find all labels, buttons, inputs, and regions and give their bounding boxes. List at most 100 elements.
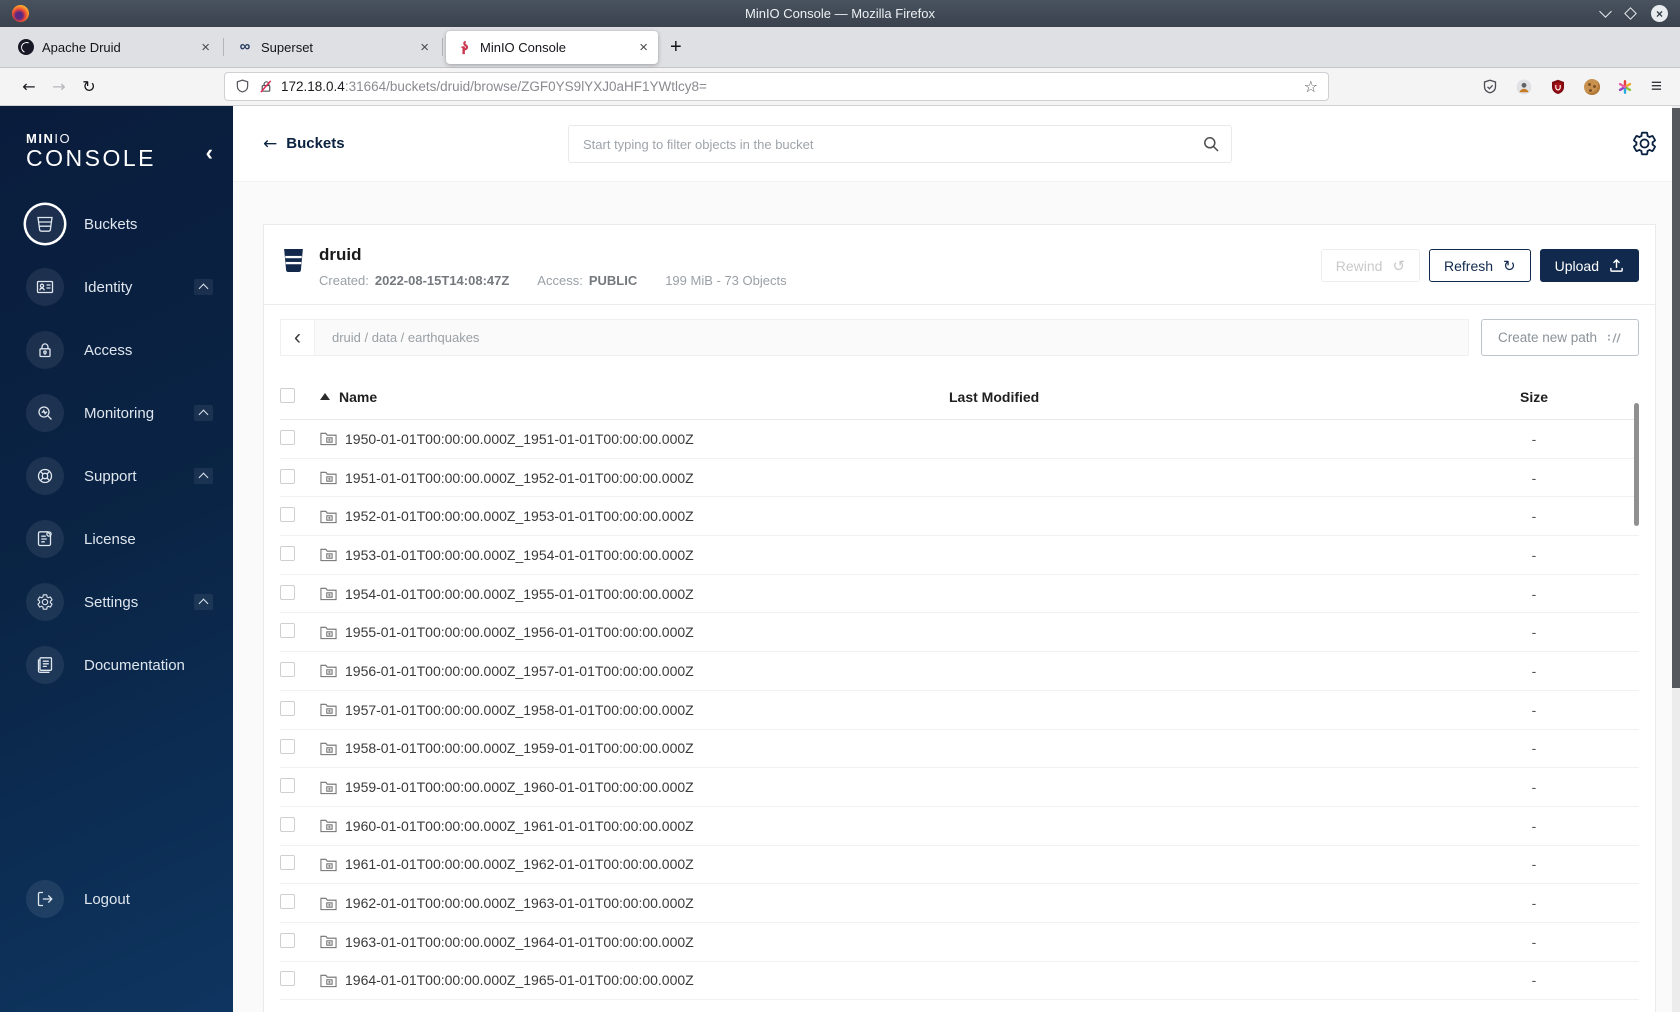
settings-gear-icon[interactable] xyxy=(1631,130,1658,157)
reload-button[interactable]: ↻ xyxy=(74,73,104,101)
row-checkbox[interactable] xyxy=(280,545,295,561)
row-checkbox[interactable] xyxy=(280,507,295,523)
table-row[interactable]: 1953-01-01T00:00:00.000Z_1954-01-01T00:0… xyxy=(280,536,1639,575)
row-checkbox[interactable] xyxy=(280,778,295,794)
row-checkbox[interactable] xyxy=(280,700,295,716)
tab-label: MinIO Console xyxy=(480,39,566,55)
tab-close-icon[interactable]: × xyxy=(201,40,210,55)
row-checkbox[interactable] xyxy=(280,623,295,639)
new-tab-button[interactable]: + xyxy=(670,36,682,59)
sidebar-collapse-icon[interactable]: ‹ xyxy=(206,142,213,164)
ublock-extension-icon[interactable] xyxy=(1550,78,1567,95)
sidebar-item-logout[interactable]: Logout xyxy=(0,876,233,922)
menu-icon[interactable]: ≡ xyxy=(1651,76,1662,98)
page-scrollbar-thumb[interactable] xyxy=(1672,108,1680,688)
sidebar-item-support[interactable]: Support xyxy=(0,453,233,499)
column-size[interactable]: Size xyxy=(1449,389,1619,405)
back-to-buckets-link[interactable]: ← Buckets xyxy=(263,134,345,154)
table-row[interactable]: 1950-01-01T00:00:00.000Z_1951-01-01T00:0… xyxy=(280,420,1639,459)
table-row[interactable]: 1952-01-01T00:00:00.000Z_1953-01-01T00:0… xyxy=(280,497,1639,537)
cookie-extension-icon[interactable] xyxy=(1583,78,1600,95)
bucket-access: Access: PUBLIC xyxy=(537,273,638,288)
column-name[interactable]: Name xyxy=(339,389,377,405)
select-all-checkbox[interactable] xyxy=(280,387,295,403)
chevron-up-icon[interactable] xyxy=(194,405,213,421)
sort-ascending-icon[interactable] xyxy=(320,393,330,400)
chevron-up-icon[interactable] xyxy=(194,279,213,295)
chevron-up-icon[interactable] xyxy=(194,594,213,610)
forward-button[interactable]: → xyxy=(44,73,74,101)
insecure-lock-icon[interactable] xyxy=(258,79,273,94)
search-input[interactable] xyxy=(568,125,1232,163)
breadcrumb[interactable]: druid / data / earthquakes xyxy=(315,330,479,345)
table-row[interactable]: 1955-01-01T00:00:00.000Z_1956-01-01T00:0… xyxy=(280,613,1639,653)
chevron-up-icon[interactable] xyxy=(194,468,213,484)
rewind-button[interactable]: Rewind ↺ xyxy=(1320,249,1421,282)
account-extension-icon[interactable] xyxy=(1516,78,1533,95)
minio-favicon-icon xyxy=(456,39,472,55)
sidebar-item-monitoring[interactable]: Monitoring xyxy=(0,390,233,436)
url-text: 172.18.0.4:31664/buckets/druid/browse/ZG… xyxy=(281,79,707,94)
folder-icon xyxy=(320,741,337,756)
table-row[interactable]: 1960-01-01T00:00:00.000Z_1961-01-01T00:0… xyxy=(280,807,1639,846)
table-scrollbar-thumb[interactable] xyxy=(1634,403,1639,526)
tab-apache-druid[interactable]: Apache Druid × xyxy=(8,31,220,64)
table-row[interactable]: 1963-01-01T00:00:00.000Z_1964-01-01T00:0… xyxy=(280,923,1639,962)
page-scrollbar[interactable] xyxy=(1672,106,1680,1012)
table-row[interactable]: 1961-01-01T00:00:00.000Z_1962-01-01T00:0… xyxy=(280,846,1639,885)
breadcrumb-back-icon[interactable]: ‹ xyxy=(281,320,315,355)
row-checkbox[interactable] xyxy=(280,855,295,871)
tab-superset[interactable]: ∞ Superset × xyxy=(227,31,439,64)
row-checkbox[interactable] xyxy=(280,816,295,832)
sidebar-item-label: Logout xyxy=(84,890,130,908)
row-checkbox[interactable] xyxy=(280,932,295,948)
table-row[interactable]: 1957-01-01T00:00:00.000Z_1958-01-01T00:0… xyxy=(280,691,1639,730)
sidebar-item-identity[interactable]: Identity xyxy=(0,264,233,310)
back-button[interactable]: ← xyxy=(14,73,44,101)
tab-close-icon[interactable]: × xyxy=(639,40,648,55)
table-row[interactable]: 1964-01-01T00:00:00.000Z_1965-01-01T00:0… xyxy=(280,962,1639,1001)
column-last-modified[interactable]: Last Modified xyxy=(949,389,1449,405)
object-size: - xyxy=(1531,895,1537,912)
pinwheel-extension-icon[interactable] xyxy=(1617,78,1634,95)
object-size: - xyxy=(1531,508,1537,525)
row-checkbox[interactable] xyxy=(280,429,295,445)
row-checkbox[interactable] xyxy=(280,661,295,677)
sidebar-item-access[interactable]: Access xyxy=(0,327,233,373)
row-checkbox[interactable] xyxy=(280,739,295,755)
row-checkbox[interactable] xyxy=(280,971,295,987)
row-checkbox[interactable] xyxy=(280,584,295,600)
table-header: Name Last Modified Size xyxy=(280,374,1639,420)
table-row[interactable]: 1958-01-01T00:00:00.000Z_1959-01-01T00:0… xyxy=(280,730,1639,769)
shield-icon[interactable] xyxy=(235,79,250,94)
folder-icon xyxy=(320,702,337,717)
bucket-header: druid Created: 2022-08-15T14:08:47Z Acces… xyxy=(280,225,1639,304)
table-row[interactable]: 1959-01-01T00:00:00.000Z_1960-01-01T00:0… xyxy=(280,768,1639,807)
window-maximize-icon[interactable] xyxy=(1624,7,1637,20)
bookmark-star-icon[interactable]: ☆ xyxy=(1304,77,1318,96)
object-size: - xyxy=(1531,856,1537,873)
window-minimize-icon[interactable] xyxy=(1599,5,1612,18)
sidebar-item-documentation[interactable]: Documentation xyxy=(0,642,233,688)
sidebar-item-license[interactable]: License xyxy=(0,516,233,562)
window-close-icon[interactable]: × xyxy=(1651,5,1668,22)
url-bar[interactable]: 172.18.0.4:31664/buckets/druid/browse/ZG… xyxy=(224,72,1329,101)
upload-button[interactable]: Upload xyxy=(1539,249,1639,282)
table-row[interactable]: 1954-01-01T00:00:00.000Z_1955-01-01T00:0… xyxy=(280,575,1639,614)
refresh-button[interactable]: Refresh ↻ xyxy=(1429,249,1531,282)
back-arrow-icon: ← xyxy=(263,133,278,154)
tab-close-icon[interactable]: × xyxy=(420,40,429,55)
table-row[interactable]: 1951-01-01T00:00:00.000Z_1952-01-01T00:0… xyxy=(280,459,1639,498)
create-new-path-button[interactable]: Create new path xyxy=(1481,319,1639,356)
sidebar-item-buckets[interactable]: Buckets xyxy=(0,201,233,247)
table-row[interactable]: 1956-01-01T00:00:00.000Z_1957-01-01T00:0… xyxy=(280,652,1639,691)
minio-console-logo: MINIO CONSOLE xyxy=(0,106,233,171)
row-checkbox[interactable] xyxy=(280,468,295,484)
table-row[interactable]: 1962-01-01T00:00:00.000Z_1963-01-01T00:0… xyxy=(280,884,1639,923)
bucket-stats: 199 MiB - 73 Objects xyxy=(665,273,787,288)
row-checkbox[interactable] xyxy=(280,894,295,910)
shield-check-extension-icon[interactable] xyxy=(1482,78,1499,95)
tab-minio-console[interactable]: MinIO Console × xyxy=(446,30,658,64)
sidebar-item-settings[interactable]: Settings xyxy=(0,579,233,625)
object-size: - xyxy=(1531,624,1537,641)
